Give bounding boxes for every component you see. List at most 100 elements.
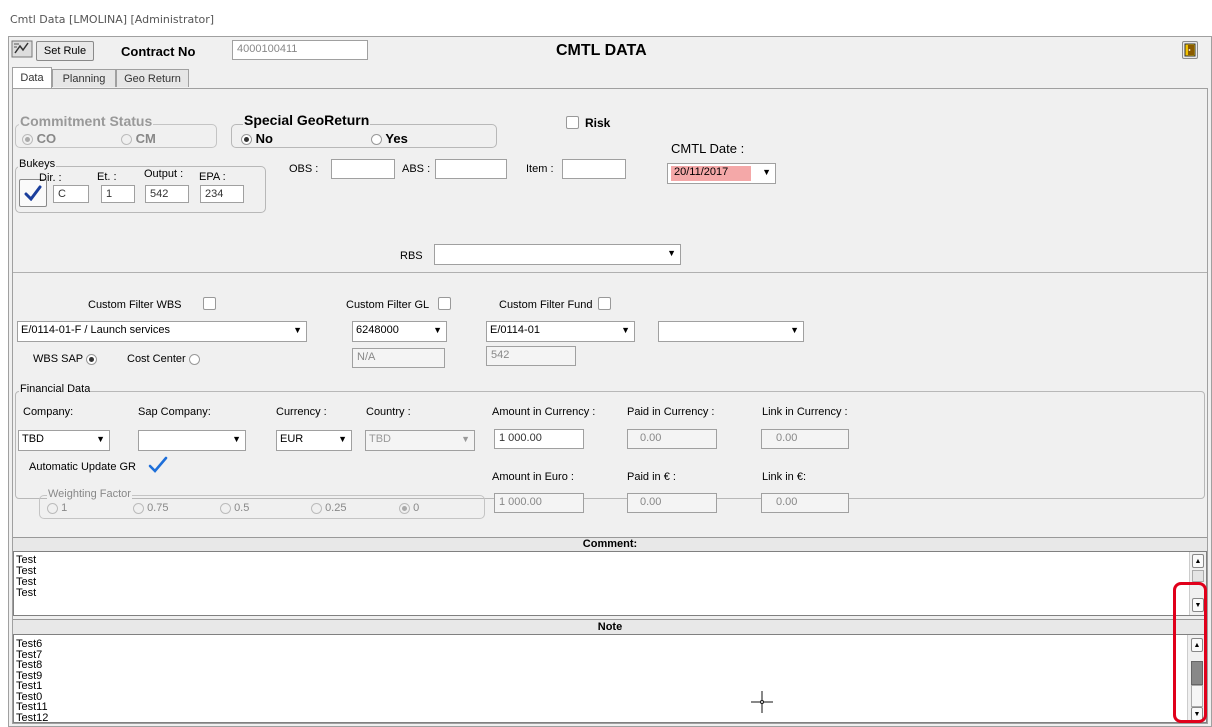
tab-geo-return[interactable]: Geo Return [116,69,189,87]
cmtl-date-value: 20/11/2017 [671,166,751,181]
risk-checkbox[interactable] [566,116,579,129]
obs-input[interactable] [331,159,395,179]
custom-filter-fund-checkbox[interactable] [598,297,611,310]
comment-line: Test [16,565,37,577]
amount-currency-input[interactable]: 1 000.00 [494,429,584,449]
amount-currency-label: Amount in Currency : [492,406,596,418]
gl-select[interactable]: 6248000 ▼ [352,321,447,342]
radio-no-label: No [255,131,273,146]
radio-cm-label: CM [135,131,156,146]
toolbar-icon[interactable] [11,40,33,58]
chevron-down-icon: ▼ [232,434,241,444]
custom-filter-wbs-checkbox[interactable] [203,297,216,310]
dir-input[interactable]: C [53,185,89,203]
weighting-factor-legend: Weighting Factor [47,488,132,500]
paid-currency-label: Paid in Currency : [627,406,715,418]
scroll-up-icon[interactable]: ▲ [1192,554,1204,568]
company-select[interactable]: TBD ▼ [18,430,110,451]
country-select[interactable]: TBD ▼ [365,430,475,451]
et-input[interactable]: 1 [101,185,135,203]
radio-yes-dot [371,134,382,146]
section-divider [13,272,1207,273]
annotation-highlight [1173,582,1207,723]
epa-input[interactable]: 234 [200,185,244,203]
item-input[interactable] [562,159,626,179]
risk-label: Risk [585,116,611,130]
weighting-label-025: 0.25 [325,502,347,514]
scroll-thumb[interactable] [1192,570,1204,582]
weighting-radio-1[interactable]: 1 [47,502,67,514]
fund-sub-input[interactable]: 542 [486,346,576,366]
app-frame: Set Rule Contract No 4000100411 CMTL DAT… [8,36,1212,727]
chevron-down-icon: ▼ [790,325,799,335]
radio-co-dot [22,134,33,146]
rule-edit-icon [11,40,33,58]
note-line: Test8 [16,659,43,671]
item-label: Item : [526,163,554,175]
note-line: Test6 [16,638,43,650]
set-rule-button[interactable]: Set Rule [36,41,94,61]
obs-label: OBS : [289,163,319,175]
weighting-radio-025[interactable]: 0.25 [311,502,346,514]
cost-center-radio[interactable]: Cost Center [127,353,200,365]
window-title: Cmtl Data [LMOLINA] [Administrator] [10,13,215,26]
tab-data[interactable]: Data [12,67,52,88]
exit-button[interactable] [1182,41,1198,59]
wbs-select[interactable]: E/0114-01-F / Launch services ▼ [17,321,307,342]
comment-line: Test [16,576,37,588]
paid-euro-label: Paid in € : [627,471,676,483]
chevron-down-icon: ▼ [293,325,302,335]
exit-door-icon [1184,43,1196,57]
fund-value: E/0114-01 [490,324,540,336]
abs-input[interactable] [435,159,507,179]
note-textarea[interactable]: Test6 Test7 Test8 Test9 Test1 Test0 Test… [13,634,1207,723]
rbs-select[interactable]: ▼ [434,244,681,265]
gl-sub-input[interactable]: N/A [352,348,445,368]
chevron-down-icon: ▼ [461,434,470,444]
weighting-radio-075[interactable]: 0.75 [133,502,168,514]
link-currency-input[interactable]: 0.00 [761,429,849,449]
paid-euro-input[interactable]: 0.00 [627,493,717,513]
fund-select[interactable]: E/0114-01 ▼ [486,321,635,342]
cost-center-label: Cost Center [127,353,186,365]
gl-value: 6248000 [356,324,399,336]
note-line: Test11 [16,701,48,713]
sap-company-select[interactable]: ▼ [138,430,246,451]
auto-update-check[interactable] [148,456,168,477]
chevron-down-icon: ▼ [433,325,442,335]
radio-no[interactable]: No [241,131,273,146]
et-label: Et. : [97,171,117,183]
comment-textarea[interactable]: Test Test Test Test [13,551,1207,616]
output-input[interactable]: 542 [145,185,189,203]
weighting-dot-05 [220,502,231,514]
wbs-sap-radio[interactable]: WBS SAP [33,353,97,365]
radio-cm[interactable]: CM [121,131,156,146]
cmtl-date-picker[interactable]: 20/11/2017 ▼ [667,163,776,184]
paid-currency-input[interactable]: 0.00 [627,429,717,449]
weighting-radio-05[interactable]: 0.5 [220,502,249,514]
rbs-label: RBS [400,250,423,262]
tab-planning[interactable]: Planning [52,69,116,87]
country-label: Country : [366,406,411,418]
radio-yes[interactable]: Yes [371,131,408,146]
check-icon [148,456,168,473]
chevron-down-icon: ▼ [338,434,347,444]
custom-filter-wbs-label: Custom Filter WBS [88,299,182,311]
contract-no-input[interactable]: 4000100411 [232,40,368,60]
extra-filter-select[interactable]: ▼ [658,321,804,342]
note-line: Test12 [16,711,49,724]
chevron-down-icon: ▼ [762,167,771,177]
amount-euro-input[interactable]: 1 000.00 [494,493,584,513]
special-georeturn-legend: Special GeoReturn [243,112,371,128]
link-euro-input[interactable]: 0.00 [761,493,849,513]
custom-filter-gl-checkbox[interactable] [438,297,451,310]
note-line: Test0 [16,690,43,703]
country-value: TBD [369,433,391,445]
contract-no-label: Contract No [121,44,196,59]
wbs-value: E/0114-01-F / Launch services [21,324,170,336]
weighting-radio-0[interactable]: 0 [399,502,419,514]
data-panel: Commitment Status CO CM Special GeoRetur… [12,88,1208,724]
radio-co[interactable]: CO [22,131,56,146]
currency-select[interactable]: EUR ▼ [276,430,352,451]
comment-line: Test [16,587,37,599]
